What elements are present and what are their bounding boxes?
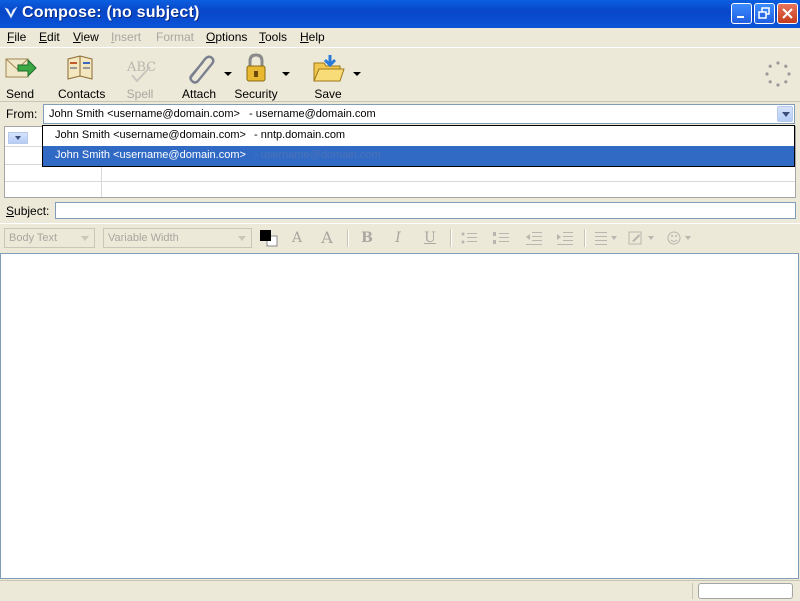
send-button[interactable]: Send <box>2 51 38 101</box>
menu-insert[interactable]: Insert <box>111 30 141 44</box>
padlock-icon <box>246 53 266 82</box>
menu-help[interactable]: Help <box>300 30 325 44</box>
underline-icon[interactable]: U <box>421 230 439 246</box>
subject-input[interactable] <box>55 202 796 219</box>
save-folder-icon <box>313 55 345 82</box>
format-separator <box>347 229 349 247</box>
indent-icon[interactable] <box>556 230 574 246</box>
decrease-font-size-icon[interactable]: A <box>288 230 306 246</box>
from-dropdown-button[interactable] <box>777 106 793 122</box>
security-button[interactable]: Security <box>234 51 278 101</box>
title-bar: Compose: (no subject) <box>0 0 800 28</box>
from-option[interactable]: John Smith <username@domain.com> - nntp.… <box>43 126 794 146</box>
status-bar <box>0 580 800 601</box>
minimize-button[interactable] <box>731 3 752 24</box>
menu-edit[interactable]: Edit <box>39 30 60 44</box>
window-title: Compose: (no subject) <box>22 4 200 21</box>
save-button[interactable]: Save <box>310 51 346 101</box>
increase-font-size-icon[interactable]: A <box>318 230 336 246</box>
message-body-editor[interactable] <box>0 253 799 579</box>
save-dropdown-arrow[interactable] <box>353 72 361 76</box>
menu-options[interactable]: Options <box>206 30 247 44</box>
menu-view[interactable]: View <box>73 30 99 44</box>
from-label: From: <box>6 107 38 121</box>
svg-text:ABC: ABC <box>126 60 156 75</box>
from-select[interactable]: John Smith <username@domain.com> - usern… <box>43 104 795 124</box>
menu-bar: File Edit View Insert Format Options Too… <box>0 28 800 47</box>
font-select[interactable]: Variable Width <box>103 228 252 248</box>
insert-object-icon[interactable] <box>628 230 658 246</box>
from-selected-name: John Smith <username@domain.com> <box>49 108 240 120</box>
send-icon <box>5 58 37 78</box>
outdent-icon[interactable] <box>525 230 543 246</box>
from-dropdown-list: John Smith <username@domain.com> - nntp.… <box>42 125 795 167</box>
compose-app-icon <box>4 6 18 19</box>
menu-format[interactable]: Format <box>156 30 194 44</box>
smiley-icon[interactable] <box>666 230 696 246</box>
paperclip-icon <box>189 55 215 84</box>
restore-icon <box>758 7 770 19</box>
contacts-icon <box>67 55 93 80</box>
spell-button[interactable]: ABC Spell <box>122 51 158 101</box>
close-button[interactable] <box>777 3 798 24</box>
close-icon <box>782 8 793 19</box>
spell-check-icon: ABC <box>126 60 156 83</box>
recipient-type-dropdown[interactable] <box>8 132 28 144</box>
attach-button[interactable]: Attach <box>180 51 218 101</box>
paragraph-style-select[interactable]: Body Text <box>4 228 95 248</box>
menu-file[interactable]: File <box>7 30 26 44</box>
restore-button[interactable] <box>754 3 775 24</box>
numbered-list-icon[interactable] <box>492 230 510 246</box>
menu-tools[interactable]: Tools <box>259 30 287 44</box>
bold-icon[interactable]: B <box>358 230 376 246</box>
bullet-list-icon[interactable] <box>460 230 478 246</box>
security-dropdown-arrow[interactable] <box>282 72 290 76</box>
from-selected-account: - username@domain.com <box>249 108 376 120</box>
main-toolbar: Send Contacts ABC Spell Attach Security … <box>0 47 800 102</box>
format-separator <box>584 229 586 247</box>
italic-icon[interactable]: I <box>389 230 407 246</box>
attach-dropdown-arrow[interactable] <box>224 72 232 76</box>
format-separator <box>450 229 452 247</box>
alignment-icon[interactable] <box>594 230 622 246</box>
activity-throbber-icon <box>765 61 791 87</box>
text-color-picker-icon[interactable] <box>258 228 280 248</box>
subject-label: Subject: <box>6 204 50 218</box>
recipient-row-divider <box>5 181 795 182</box>
progress-field <box>698 583 793 599</box>
format-toolbar: Body Text Variable Width A A B I U <box>0 223 800 252</box>
status-separator <box>692 583 693 599</box>
from-option-selected[interactable]: John Smith <username@domain.com> - usern… <box>43 146 794 166</box>
minimize-icon <box>737 16 744 18</box>
contacts-button[interactable]: Contacts <box>58 51 105 101</box>
